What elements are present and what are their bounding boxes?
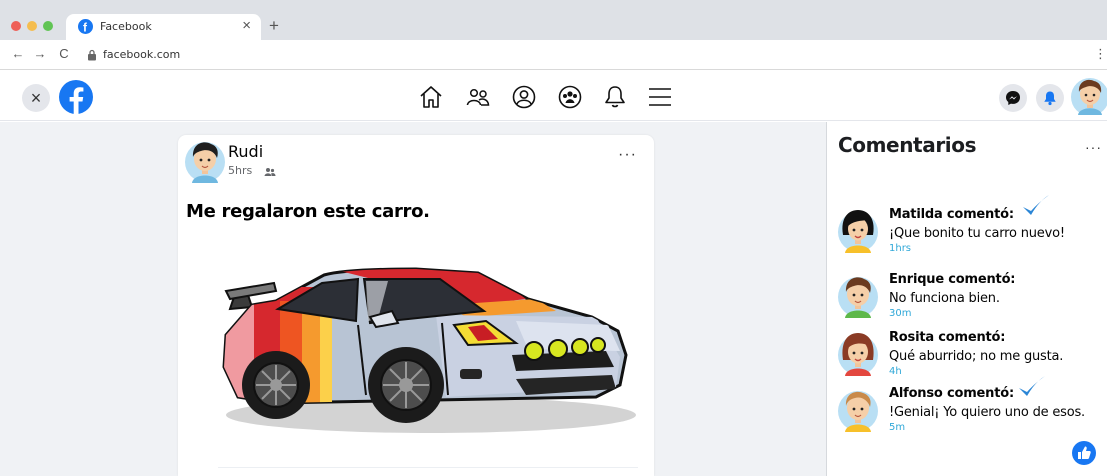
comment-author[interactable]: Enrique comentó:: [889, 272, 1016, 287]
browser-tab[interactable]: f Facebook ×: [66, 14, 261, 40]
comment-time[interactable]: 5m: [889, 422, 905, 433]
avatar[interactable]: [1068, 73, 1107, 115]
comment-item: Enrique comentó: No funciona bien. 30m: [835, 270, 1107, 330]
comments-title: Comentarios: [838, 133, 977, 157]
comment-item: Alfonso comentó: !Genial¡ Yo quiero uno …: [835, 376, 1107, 444]
post-options-icon[interactable]: ···: [618, 147, 637, 163]
comment-avatar[interactable]: [837, 386, 879, 432]
url-input[interactable]: facebook.com: [103, 48, 180, 61]
like-icon[interactable]: [1071, 440, 1097, 466]
profile-icon[interactable]: [511, 84, 537, 110]
checkmark-icon: [1017, 374, 1047, 400]
friends-icon[interactable]: [465, 84, 491, 110]
post-text: Me regalaron este carro.: [186, 201, 430, 222]
comment-time[interactable]: 1hrs: [889, 243, 911, 254]
post-author-name[interactable]: Rudi: [228, 142, 263, 161]
lock-icon: [87, 48, 97, 61]
facebook-header: ×: [0, 71, 1107, 121]
facebook-logo-icon[interactable]: [58, 79, 94, 115]
post-divider: [218, 467, 638, 468]
window-close-dot[interactable]: [11, 21, 21, 31]
tab-close-icon[interactable]: ×: [242, 17, 251, 35]
bell-icon[interactable]: [602, 84, 628, 110]
comments-options-icon[interactable]: ···: [1085, 140, 1102, 154]
comment-author[interactable]: Rosita comentó:: [889, 330, 1005, 345]
close-button[interactable]: ×: [22, 84, 50, 112]
tab-title: Facebook: [100, 20, 152, 33]
forward-button[interactable]: →: [32, 46, 48, 62]
reload-button[interactable]: C: [56, 46, 72, 62]
comment-author[interactable]: Alfonso comentó:: [889, 386, 1014, 401]
back-button[interactable]: ←: [10, 46, 26, 62]
post-card: Rudi 5hrs ··· Me regalaron este carro.: [178, 135, 654, 476]
comment-avatar[interactable]: [837, 272, 879, 318]
window-minimize-dot[interactable]: [27, 21, 37, 31]
groups-icon[interactable]: [557, 84, 583, 110]
comment-author[interactable]: Matilda comentó:: [889, 207, 1014, 222]
comment-text: !Genial¡ Yo quiero uno de esos.: [889, 405, 1085, 420]
car-image[interactable]: [216, 247, 636, 437]
messenger-icon[interactable]: [999, 84, 1027, 112]
svg-text:f: f: [83, 21, 88, 35]
comment-item: Matilda comentó: ¡Que bonito tu carro nu…: [835, 195, 1107, 265]
new-tab-button[interactable]: +: [266, 16, 282, 36]
notifications-icon[interactable]: [1036, 84, 1064, 112]
comments-panel: Comentarios ··· Matilda comentó: ¡Que bo…: [826, 122, 1107, 476]
menu-icon[interactable]: [647, 84, 673, 110]
comment-avatar[interactable]: [837, 330, 879, 376]
facebook-favicon-icon: f: [78, 19, 93, 35]
comment-time[interactable]: 4h: [889, 366, 902, 377]
comment-text: No funciona bien.: [889, 291, 1000, 306]
friends-audience-icon: [264, 164, 276, 176]
comment-avatar[interactable]: [837, 207, 879, 253]
comment-text: ¡Que bonito tu carro nuevo!: [889, 226, 1065, 241]
feed-area: Rudi 5hrs ··· Me regalaron este carro.: [0, 122, 826, 476]
browser-tab-bar: f Facebook × +: [0, 0, 1107, 40]
post-timestamp[interactable]: 5hrs: [228, 164, 252, 177]
window-maximize-dot[interactable]: [43, 21, 53, 31]
address-bar: ← → C facebook.com ⋮: [0, 40, 1107, 70]
post-author-avatar[interactable]: [184, 137, 226, 183]
home-icon[interactable]: [418, 84, 444, 110]
comment-text: Qué aburrido; no me gusta.: [889, 349, 1064, 364]
browser-menu-icon[interactable]: ⋮: [1094, 46, 1107, 62]
comment-item: Rosita comentó: Qué aburrido; no me gust…: [835, 328, 1107, 388]
checkmark-icon: [1021, 193, 1051, 219]
comment-time[interactable]: 30m: [889, 308, 911, 319]
